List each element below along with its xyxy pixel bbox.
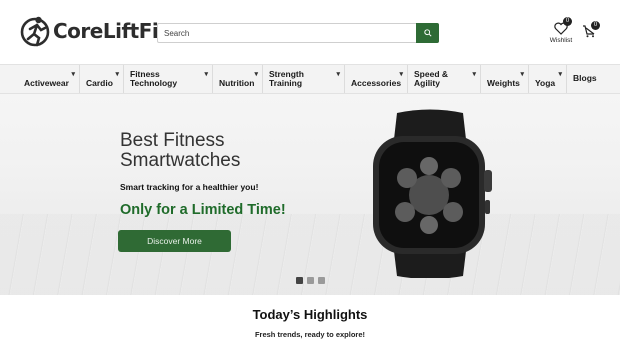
nav-item-label: Fitness Technology	[130, 69, 178, 88]
main-nav: Activewear ▾ Cardio ▾ Fitness Technology…	[0, 64, 620, 94]
nav-item-strength-training[interactable]: Strength Training ▾	[263, 65, 345, 93]
nav-item-cardio[interactable]: Cardio ▾	[80, 65, 124, 93]
cart-link[interactable]: 0	[582, 21, 600, 40]
cart-count-badge: 0	[591, 21, 600, 30]
search-icon	[423, 29, 432, 37]
highlights-heading: Today’s Highlights	[252, 307, 368, 322]
nav-item-accessories[interactable]: Accessories ▾	[345, 65, 408, 93]
hero-banner: Best Fitness Smartwatches Smart tracking…	[0, 94, 620, 295]
smartwatch-image	[373, 109, 492, 278]
nav-item-label: Activewear	[24, 78, 69, 88]
wishlist-link[interactable]: 0 Wishlist	[547, 17, 575, 46]
hero-title: Best Fitness Smartwatches	[120, 130, 241, 171]
nav-item-label: Cardio	[86, 78, 113, 88]
nav-item-label: Speed & Agility	[414, 69, 449, 88]
nav-item-label: Strength Training	[269, 69, 304, 88]
nav-item-fitness-technology[interactable]: Fitness Technology ▾	[124, 65, 213, 93]
chevron-down-icon: ▾	[472, 71, 476, 78]
wishlist-count-badge: 0	[563, 17, 572, 26]
hero-subtitle: Smart tracking for a healthier you!	[120, 182, 259, 192]
nav-item-activewear[interactable]: Activewear ▾	[0, 65, 80, 93]
chevron-down-icon: ▾	[336, 71, 340, 78]
nav-item-blogs[interactable]: Blogs	[567, 65, 620, 93]
nav-item-speed-agility[interactable]: Speed & Agility ▾	[408, 65, 481, 93]
chevron-down-icon: ▾	[558, 71, 562, 78]
nav-item-label: Blogs	[573, 73, 597, 83]
wishlist-label: Wishlist	[549, 37, 573, 44]
nav-item-nutrition[interactable]: Nutrition ▾	[213, 65, 263, 93]
carousel-dot[interactable]	[307, 277, 314, 284]
chevron-down-icon: ▾	[71, 71, 75, 78]
carousel-dot[interactable]	[296, 277, 303, 284]
nav-item-label: Accessories	[351, 78, 402, 88]
chevron-down-icon: ▾	[115, 71, 119, 78]
site-header: CoreLiftFit 0 Wishlist 0	[0, 0, 620, 64]
nav-item-weights[interactable]: Weights ▾	[481, 65, 529, 93]
search-input[interactable]	[158, 24, 416, 42]
nav-item-yoga[interactable]: Yoga ▾	[529, 65, 567, 93]
brand-name: CoreLiftFit	[53, 19, 168, 43]
chevron-down-icon: ▾	[254, 71, 258, 78]
nav-item-label: Weights	[487, 78, 520, 88]
carousel-dots	[296, 277, 325, 284]
chevron-down-icon: ▾	[204, 71, 208, 78]
search-bar	[157, 23, 439, 43]
nav-item-label: Yoga	[535, 78, 556, 88]
brand-logo[interactable]: CoreLiftFit	[20, 15, 168, 47]
discover-more-button[interactable]: Discover More	[118, 230, 231, 252]
nav-item-label: Nutrition	[219, 78, 255, 88]
hero-offer: Only for a Limited Time!	[120, 202, 286, 218]
chevron-down-icon: ▾	[520, 71, 524, 78]
runner-logo-icon	[20, 16, 50, 47]
highlights-subtitle: Fresh trends, ready to explore!	[254, 330, 366, 339]
search-button[interactable]	[416, 23, 439, 43]
chevron-down-icon: ▾	[399, 71, 403, 78]
carousel-dot[interactable]	[318, 277, 325, 284]
